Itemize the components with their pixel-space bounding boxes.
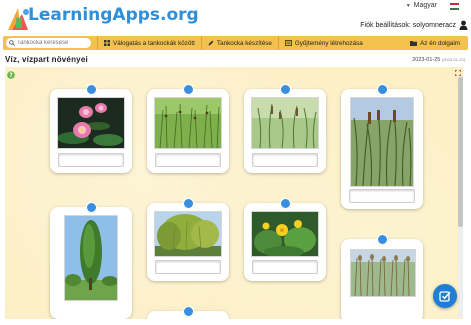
pin-icon [183,85,193,94]
language-label: Magyar [413,2,437,9]
answer-slot[interactable] [252,260,318,274]
search-input[interactable] [15,38,85,48]
picture-card[interactable] [147,199,229,281]
hungary-flag-icon[interactable] [450,3,459,10]
picture-card[interactable] [147,85,229,173]
picture-card[interactable] [341,235,423,319]
pin-icon [377,235,387,244]
search-box [6,38,91,48]
pin-icon [183,307,193,316]
picture-card[interactable] [341,85,423,209]
rush-grass-photo [154,97,222,149]
create-app-button[interactable]: Tankocka készítése [200,36,278,50]
picture-card[interactable] [244,199,326,281]
header: LearningApps.org ▼ Magyar Fiók beállítás… [0,0,471,35]
answer-slot[interactable] [349,189,415,203]
common-reed-photo [350,249,416,297]
my-apps-label: Az én dolgaim [420,39,460,47]
pin-icon [280,85,290,94]
answer-slot[interactable] [155,260,221,274]
pin-icon [280,199,290,208]
pin-icon [86,85,96,94]
help-icon[interactable]: ? [7,71,15,79]
app-date-original: (2023-01-22) [441,57,465,62]
account-settings-link[interactable]: Fiók beállítások: solyomneracz [360,22,456,29]
user-icon[interactable] [459,20,468,30]
poplar-tree-photo [64,215,118,301]
chevron-down-icon: ▼ [405,2,411,9]
create-collection-button[interactable]: Gyűjtemény létrehozása [277,36,369,50]
exercise-board: ? [5,67,463,319]
collection-icon [284,40,292,46]
language-selector[interactable]: ▼ Magyar [406,2,437,9]
browse-apps-label: Válogatás a tankockák között [113,39,195,47]
willow-tree-photo [154,211,222,257]
scrollbar-thumb[interactable] [458,77,463,227]
grid-icon [104,40,110,46]
create-app-label: Tankocka készítése [216,39,272,47]
app-title: Víz, vízpart növényei [5,55,88,64]
pin-icon [183,199,193,208]
check-square-icon [439,291,451,302]
answer-slot[interactable] [58,153,124,167]
sedge-photo [251,97,319,149]
picture-card[interactable] [50,203,132,319]
answer-slot[interactable] [155,153,221,167]
browse-apps-button[interactable]: Válogatás a tankockák között [97,36,201,50]
pin-icon [377,85,387,94]
picture-card[interactable] [244,85,326,173]
picture-card[interactable] [147,307,229,319]
answer-slot[interactable] [252,153,318,167]
check-answers-button[interactable] [433,284,457,308]
marsh-marigold-photo [251,211,319,257]
pin-icon [86,203,96,212]
pencil-icon [208,40,214,46]
reed-cattail-photo [350,97,414,187]
app-date-value: 2023-01-25 [412,57,441,63]
app-date: 2023-01-25 (2023-01-22) [412,57,465,63]
water-lily-photo [57,97,125,149]
fullscreen-icon[interactable] [455,70,461,76]
my-apps-button[interactable]: Az én dolgaim [404,36,468,50]
create-collection-label: Gyűjtemény létrehozása [294,39,363,47]
svg-text:?: ? [9,72,13,79]
picture-card[interactable] [50,85,132,173]
main-toolbar: Válogatás a tankockák között Tankocka ké… [3,36,468,50]
folder-icon [410,41,418,46]
logo-text[interactable]: LearningApps.org [28,5,199,25]
